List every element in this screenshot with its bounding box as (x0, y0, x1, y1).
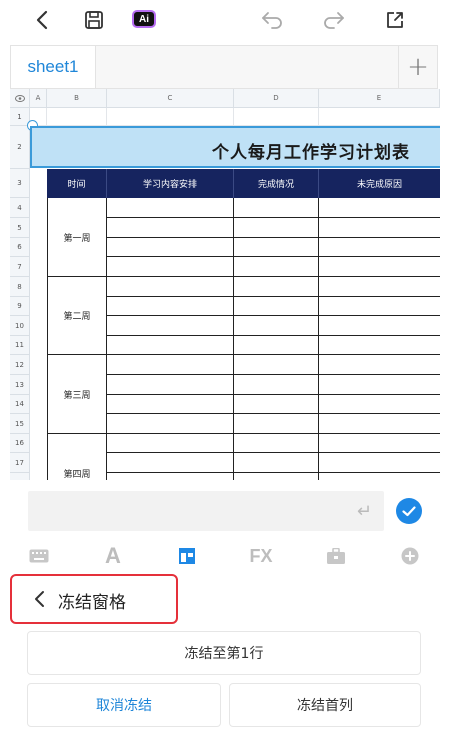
share-icon[interactable] (381, 6, 409, 34)
row-header[interactable]: 16 (10, 434, 30, 453)
table-border (107, 296, 440, 297)
add-sheet-button[interactable]: + (398, 46, 437, 88)
table-border (107, 472, 440, 473)
top-toolbar: Ai (0, 0, 470, 40)
row-header[interactable]: 4 (10, 198, 30, 218)
header-content[interactable]: 学习内容安排 (107, 169, 234, 198)
row-header[interactable] (10, 473, 30, 480)
row-header[interactable]: 3 (10, 169, 30, 198)
row-header[interactable]: 6 (10, 238, 30, 257)
save-icon[interactable] (80, 6, 108, 34)
table-border (107, 413, 440, 414)
sheet-tab-bar: sheet1 + (10, 45, 438, 89)
tab-sheet1[interactable]: sheet1 (11, 46, 96, 88)
gridline (106, 108, 107, 126)
gridline (46, 108, 47, 126)
ai-icon[interactable]: Ai (132, 10, 156, 28)
sheet-title: 个人每月工作学习计划表 (212, 143, 410, 163)
row-header[interactable]: 11 (10, 336, 30, 355)
column-header-c[interactable]: C (107, 89, 234, 108)
column-header-b[interactable]: B (47, 89, 107, 108)
row-header[interactable]: 5 (10, 218, 30, 238)
table-border (107, 394, 440, 395)
row-header[interactable]: 13 (10, 375, 30, 395)
column-header-d[interactable]: D (234, 89, 319, 108)
confirm-check-button[interactable] (396, 498, 422, 524)
insert-icon[interactable] (398, 542, 422, 570)
keyboard-icon[interactable] (27, 542, 51, 570)
row-header[interactable]: 9 (10, 297, 30, 316)
table-border (107, 452, 440, 453)
row-header[interactable]: 15 (10, 414, 30, 434)
toolbox-icon[interactable] (324, 542, 348, 570)
redo-icon[interactable] (320, 6, 348, 34)
freeze-panel-back-button[interactable]: 冻结窗格 (10, 574, 178, 624)
week-cell[interactable]: 第二周 (47, 277, 107, 355)
row-header[interactable]: 2 (10, 126, 30, 169)
table-header-row: 时间 学习内容安排 完成情况 未完成原因 (47, 169, 440, 198)
text-format-icon[interactable]: A (100, 542, 126, 570)
select-all-corner[interactable] (10, 89, 30, 108)
table-border (107, 433, 440, 434)
back-icon[interactable] (28, 6, 56, 34)
table-border (233, 198, 234, 480)
freeze-panel-title: 冻结窗格 (58, 593, 126, 613)
week-cell[interactable]: 第三周 (47, 355, 107, 434)
header-reason[interactable]: 未完成原因 (319, 169, 440, 198)
cell-layout-icon[interactable] (175, 542, 199, 570)
column-header-a[interactable]: A (30, 89, 47, 108)
table-border (107, 354, 440, 355)
row-header[interactable]: 7 (10, 257, 30, 277)
table-border (107, 276, 440, 277)
formula-input[interactable]: ↵ (28, 491, 384, 531)
enter-icon[interactable]: ↵ (357, 501, 372, 522)
spreadsheet-grid[interactable]: A B C D E 1 2 3 4 5 6 7 8 9 10 11 12 13 … (10, 89, 440, 480)
unfreeze-button[interactable]: 取消冻结 (27, 683, 221, 727)
row-header[interactable]: 17 (10, 453, 30, 473)
week-cell[interactable]: 第一周 (47, 198, 107, 277)
gridline (318, 108, 319, 126)
row-header[interactable]: 12 (10, 355, 30, 375)
gridline (233, 108, 234, 126)
table-border (318, 198, 319, 480)
header-status[interactable]: 完成情况 (234, 169, 319, 198)
formula-icon[interactable]: FX (248, 542, 274, 570)
table-border (107, 374, 440, 375)
table-border (107, 237, 440, 238)
row-header[interactable]: 8 (10, 277, 30, 297)
table-border (107, 335, 440, 336)
undo-icon[interactable] (258, 6, 286, 34)
chevron-left-icon (34, 590, 45, 612)
header-time[interactable]: 时间 (47, 169, 107, 198)
freeze-to-row-button[interactable]: 冻结至第1行 (27, 631, 421, 675)
freeze-first-column-button[interactable]: 冻结首列 (229, 683, 421, 727)
week-cell[interactable]: 第四周 (47, 434, 107, 480)
format-toolbar: A FX (0, 540, 470, 572)
table-border (107, 256, 440, 257)
column-header-e[interactable]: E (319, 89, 440, 108)
table-border (107, 217, 440, 218)
row-header[interactable]: 14 (10, 395, 30, 414)
row-header[interactable]: 10 (10, 316, 30, 336)
title-cell[interactable]: 个人每月工作学习计划表 (30, 126, 440, 168)
table-border (107, 315, 440, 316)
